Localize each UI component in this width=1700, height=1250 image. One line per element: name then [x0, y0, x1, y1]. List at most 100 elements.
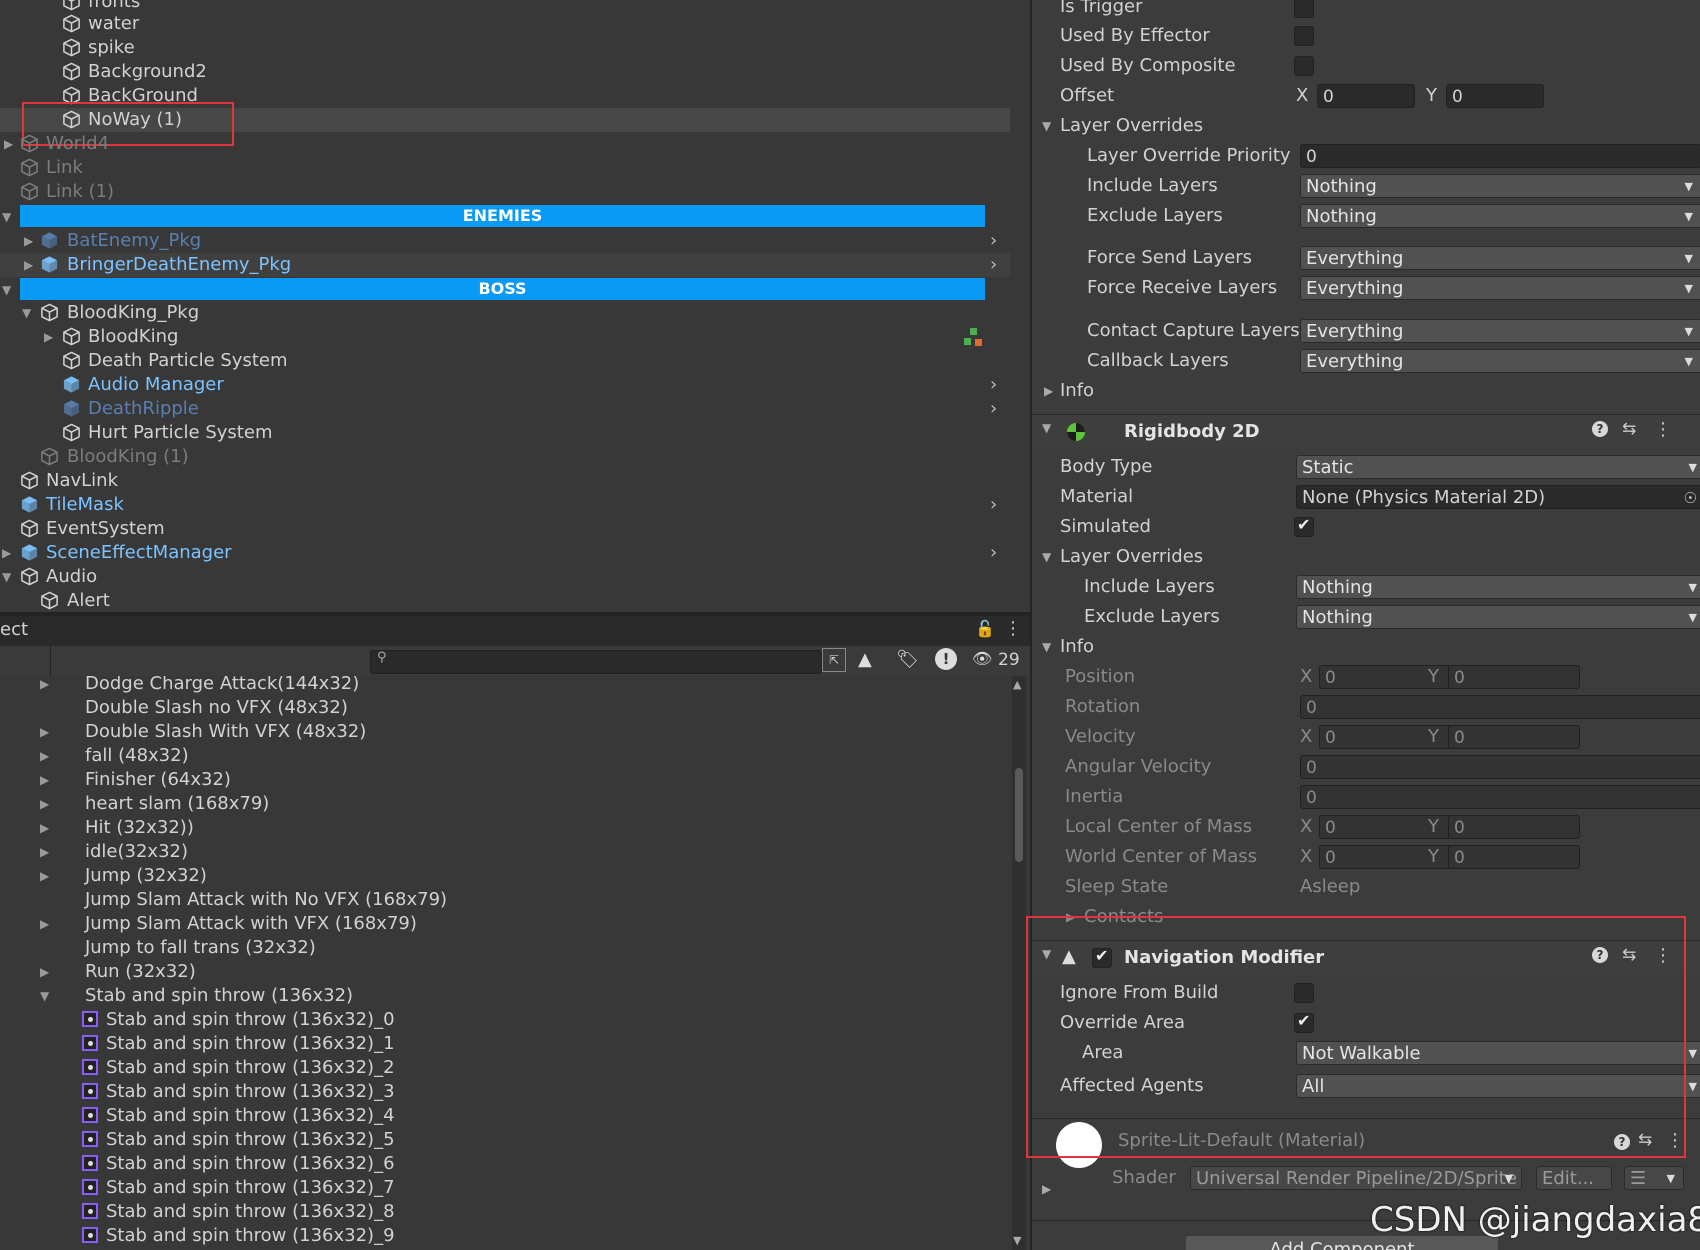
hierarchy-row[interactable]: ▶ BloodKing — [0, 325, 1010, 349]
hierarchy-row[interactable]: DeathRipple › — [0, 397, 1010, 421]
list-item[interactable]: ▶ heart slam (168x79) — [0, 792, 1010, 816]
preset-icon[interactable]: ⇆ — [1622, 419, 1636, 439]
layer-overrides-foldout[interactable]: Layer Overrides — [1060, 544, 1203, 570]
hierarchy-row[interactable]: ▶ World4 — [0, 132, 1010, 156]
expand-arrow-icon[interactable]: ▶ — [44, 325, 53, 349]
hierarchy-row[interactable]: NavLink — [0, 469, 1010, 493]
expand-arrow-icon[interactable]: ▶ — [1042, 1182, 1051, 1196]
tab-project[interactable]: ect — [0, 619, 28, 640]
hierarchy-row[interactable]: Alert — [0, 589, 1010, 612]
layer-overrides-foldout[interactable]: Layer Overrides — [1060, 113, 1203, 139]
expand-arrow-icon[interactable]: ▶ — [40, 816, 49, 840]
shader-dropdown[interactable]: Universal Render Pipeline/2D/Sprite ▼ — [1190, 1166, 1522, 1190]
hierarchy-row[interactable]: Link (1) — [0, 180, 1010, 204]
hierarchy-row[interactable]: Hurt Particle System — [0, 421, 1010, 445]
list-item[interactable]: Stab and spin throw (136x32)_9 — [0, 1224, 1010, 1248]
collapse-arrow-icon[interactable]: ▼ — [1042, 421, 1051, 435]
list-item[interactable]: ▶ Finisher (64x32) — [0, 768, 1010, 792]
body-type-dropdown[interactable]: Static ▼ — [1296, 455, 1700, 479]
expand-arrow-icon[interactable]: ▶ — [40, 676, 49, 696]
chevron-right-icon[interactable]: › — [990, 493, 997, 517]
list-item[interactable]: Stab and spin throw (136x32)_3 — [0, 1080, 1010, 1104]
force-send-layers-dropdown[interactable]: Everything ▼ — [1300, 246, 1700, 270]
list-item[interactable]: Stab and spin throw (136x32)_1 — [0, 1032, 1010, 1056]
list-item[interactable]: ▶ Jump (32x32) — [0, 864, 1010, 888]
filter-by-type-icon[interactable]: ▲ — [858, 649, 872, 670]
scroll-up-icon[interactable]: ▲ — [1013, 678, 1021, 691]
expand-arrow-icon[interactable]: ▶ — [2, 541, 11, 565]
hierarchy-row[interactable]: TileMask › — [0, 493, 1010, 517]
more-menu-icon[interactable]: ⋮ — [1654, 419, 1672, 440]
list-item[interactable]: Stab and spin throw (136x32)_8 — [0, 1200, 1010, 1224]
hierarchy-row[interactable]: Death Particle System — [0, 349, 1010, 373]
hierarchy-row[interactable]: ▼ BOSS — [0, 278, 1010, 302]
material-object-field[interactable]: None (Physics Material 2D) ☉ — [1296, 485, 1700, 509]
list-item[interactable]: Stab and spin throw (136x32)_0 — [0, 1008, 1010, 1032]
hidden-eye-icon[interactable]: 👁 — [972, 649, 992, 668]
expand-arrow-icon[interactable]: ▶ — [40, 744, 49, 768]
hierarchy-row[interactable]: ▼ BloodKing_Pkg — [0, 301, 1010, 325]
callback-layers-dropdown[interactable]: Everything ▼ — [1300, 349, 1700, 373]
force-receive-layers-dropdown[interactable]: Everything ▼ — [1300, 276, 1700, 300]
expand-arrow-icon[interactable]: ▶ — [4, 132, 13, 156]
list-item[interactable]: Double Slash no VFX (48x32) — [0, 696, 1010, 720]
expand-arrow-icon[interactable]: ▶ — [40, 840, 49, 864]
expand-arrow-icon[interactable]: ▶ — [40, 960, 49, 984]
expand-arrow-icon[interactable]: ▶ — [1044, 378, 1053, 404]
list-item[interactable]: ▶ Hit (32x32)) — [0, 816, 1010, 840]
list-item[interactable]: Stab and spin throw (136x32)_5 — [0, 1128, 1010, 1152]
label-tag-icon[interactable]: 🏷 — [896, 649, 919, 670]
list-item[interactable]: ▶ fall (48x32) — [0, 744, 1010, 768]
list-item[interactable]: ▼ Stab and spin throw (136x32) — [0, 984, 1010, 1008]
collapse-arrow-icon[interactable]: ▼ — [22, 301, 31, 325]
expand-arrow-icon[interactable]: ▶ — [40, 768, 49, 792]
offset-x-field[interactable]: 0 — [1317, 84, 1415, 108]
contact-capture-layers-dropdown[interactable]: Everything ▼ — [1300, 319, 1700, 343]
simulated-checkbox[interactable] — [1294, 515, 1314, 537]
lock-icon[interactable]: 🔓 — [975, 619, 995, 638]
list-item[interactable]: Stab and spin throw (136x32)_2 — [0, 1056, 1010, 1080]
chevron-right-icon[interactable]: › — [990, 373, 997, 397]
hierarchy-row[interactable]: water — [0, 12, 1010, 36]
scrollbar-thumb[interactable] — [1015, 768, 1023, 862]
exclude-layers-dropdown[interactable]: Nothing ▼ — [1296, 605, 1700, 629]
expand-arrow-icon[interactable]: ▶ — [40, 720, 49, 744]
hierarchy-row[interactable]: ▶ BatEnemy_Pkg › — [0, 229, 1010, 253]
collapse-arrow-icon[interactable]: ▼ — [2, 205, 11, 229]
collapse-arrow-icon[interactable]: ▼ — [1042, 113, 1051, 139]
hierarchy-row[interactable]: ▼ Audio — [0, 565, 1010, 589]
expand-arrow-icon[interactable]: ▶ — [40, 912, 49, 936]
hierarchy-row[interactable]: ▶ SceneEffectManager › — [0, 541, 1010, 565]
hierarchy-row[interactable]: BloodKing (1) — [0, 445, 1010, 469]
shader-edit-button[interactable]: Edit... — [1536, 1166, 1612, 1190]
object-picker-icon[interactable]: ☉ — [1684, 486, 1697, 510]
more-menu-icon[interactable]: ⋮ — [1004, 618, 1022, 639]
info-foldout[interactable]: Info — [1060, 378, 1094, 404]
expand-arrow-icon[interactable]: ▶ — [40, 864, 49, 888]
warning-icon[interactable]: ! — [935, 648, 957, 670]
expand-arrow-icon[interactable]: ▶ — [24, 229, 33, 253]
project-scrollbar[interactable]: ▲ ▼ — [1012, 676, 1026, 1250]
hierarchy-row[interactable]: EventSystem — [0, 517, 1010, 541]
chevron-right-icon[interactable]: › — [990, 397, 997, 421]
search-by-type-icon[interactable]: ⇱ — [822, 648, 846, 672]
collapse-arrow-icon[interactable]: ▼ — [2, 565, 11, 589]
help-icon[interactable]: ? — [1592, 421, 1608, 437]
chevron-right-icon[interactable]: › — [990, 229, 997, 253]
hierarchy-row[interactable]: ▼ ENEMIES — [0, 205, 1010, 229]
shader-options-dropdown[interactable]: ☰ ▼ — [1624, 1166, 1684, 1190]
used-by-composite-checkbox[interactable] — [1294, 56, 1314, 76]
collapse-arrow-icon[interactable]: ▼ — [40, 984, 49, 1008]
include-layers-dropdown[interactable]: Nothing ▼ — [1296, 575, 1700, 599]
rigidbody2d-header[interactable]: ▼ Rigidbody 2D ? ⇆ ⋮ — [1032, 414, 1700, 449]
list-item[interactable]: ▶ Dodge Charge Attack(144x32) — [0, 676, 1010, 696]
expand-arrow-icon[interactable]: ▶ — [40, 792, 49, 816]
exclude-layers-dropdown[interactable]: Nothing ▼ — [1300, 204, 1700, 228]
list-item[interactable]: Stab and spin throw (136x32)_7 — [0, 1176, 1010, 1200]
list-item[interactable]: ▶ Jump Slam Attack with VFX (168x79) — [0, 912, 1010, 936]
expand-arrow-icon[interactable]: ▶ — [24, 253, 33, 277]
list-item[interactable]: Stab and spin throw (136x32)_6 — [0, 1152, 1010, 1176]
is-trigger-checkbox[interactable] — [1294, 0, 1314, 18]
layer-override-priority-field[interactable]: 0 — [1300, 144, 1700, 168]
scroll-down-icon[interactable]: ▼ — [1013, 1234, 1021, 1247]
